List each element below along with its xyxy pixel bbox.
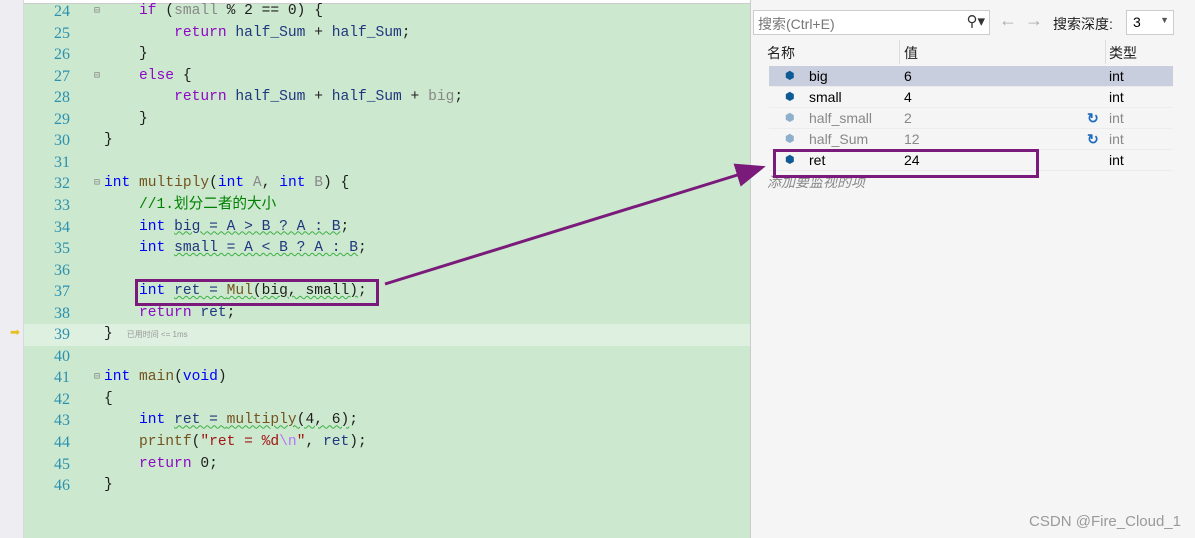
arrow-line <box>384 163 766 286</box>
annotation-arrow <box>384 163 766 286</box>
